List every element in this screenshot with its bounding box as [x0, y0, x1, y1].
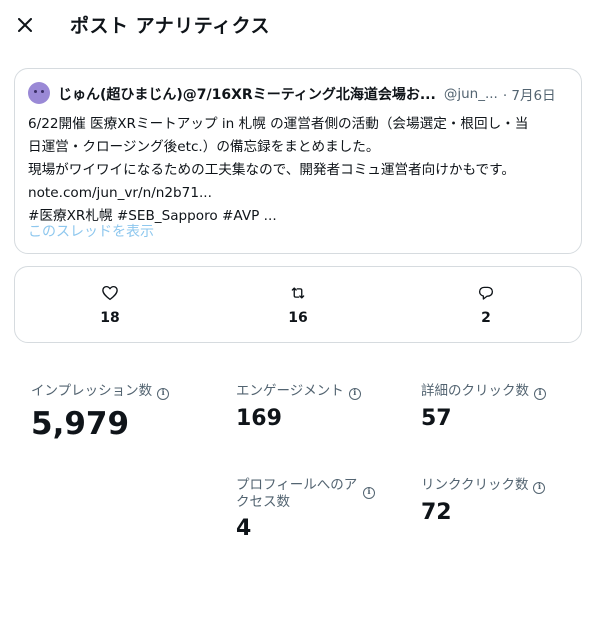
- tweet-line: 6/22開催 医療XRミートアップ in 札幌 の運営者側の活動（会場選定・根回…: [28, 116, 529, 132]
- detail-clicks-metric: 詳細のクリック数 i 57: [421, 383, 546, 431]
- detail-clicks-value: 57: [421, 406, 452, 431]
- engagements-label-text: エンゲージメント: [236, 383, 344, 399]
- retweet-icon: [291, 287, 305, 299]
- tweet-text: 6/22開催 医療XRミートアップ in 札幌 の運営者側の活動（会場選定・根回…: [28, 113, 576, 228]
- avatar[interactable]: [28, 82, 50, 104]
- link-clicks-label: リンククリック数 i: [421, 477, 546, 494]
- show-thread-link[interactable]: このスレッドを表示: [28, 221, 154, 241]
- profile-visits-value: 4: [236, 516, 252, 541]
- tweet-line: 現場がワイワイになるための工夫集なので、開発者コミュ運営者向けかもです。: [28, 162, 515, 178]
- detail-clicks-label: 詳細のクリック数 i: [421, 383, 546, 400]
- avatar-eye-right: [41, 90, 44, 93]
- tweet-date[interactable]: · 7月6日: [503, 84, 556, 104]
- profile-visits-metric: プロフィールへのア クセス数 i 4: [236, 477, 382, 541]
- likes-stat[interactable]: 18: [70, 267, 150, 344]
- impressions-value: 5,979: [31, 406, 130, 442]
- link-clicks-metric: リンククリック数 i 72: [421, 477, 546, 525]
- info-icon[interactable]: i: [534, 388, 546, 400]
- impressions-label: インプレッション数 i: [31, 383, 170, 400]
- author-line: じゅん(超ひまじん)@7/16XRミーティング北海道会場お... @jun_..…: [58, 83, 573, 105]
- impressions-metric: インプレッション数 i 5,979: [31, 383, 170, 442]
- detail-clicks-label-text: 詳細のクリック数: [421, 383, 529, 399]
- profile-visits-label: プロフィールへのア クセス数 i: [236, 477, 382, 511]
- avatar-eye-left: [34, 90, 37, 93]
- engagements-value: 169: [236, 406, 282, 431]
- info-icon[interactable]: i: [533, 482, 546, 494]
- modal-header: ポスト アナリティクス: [0, 0, 596, 52]
- impressions-label-text: インプレッション数: [31, 383, 153, 399]
- replies-count: 2: [481, 310, 491, 326]
- page-title: ポスト アナリティクス: [70, 15, 271, 37]
- engagement-card: 18 16 2: [14, 266, 582, 343]
- tweet-line: 日運営・クロージング後etc.）の備忘録をまとめました。: [28, 139, 380, 155]
- info-icon[interactable]: i: [157, 388, 170, 400]
- info-icon[interactable]: i: [348, 388, 361, 400]
- close-icon: [18, 18, 32, 32]
- link-clicks-label-text: リンククリック数: [421, 477, 529, 493]
- tweet-card[interactable]: じゅん(超ひまじん)@7/16XRミーティング北海道会場お... @jun_..…: [14, 68, 582, 254]
- link-clicks-value: 72: [421, 500, 452, 525]
- tweet-link[interactable]: note.com/jun_vr/n/n2b71...: [28, 182, 576, 205]
- close-button[interactable]: [12, 12, 38, 38]
- engagements-metric: エンゲージメント i 169: [236, 383, 361, 431]
- replies-stat[interactable]: 2: [446, 267, 526, 344]
- author-name[interactable]: じゅん(超ひまじん)@7/16XRミーティング北海道会場お...: [58, 84, 436, 104]
- profile-visits-label-line2: クセス数: [236, 494, 290, 510]
- likes-count: 18: [100, 310, 120, 326]
- engagements-label: エンゲージメント i: [236, 383, 361, 400]
- retweets-stat[interactable]: 16: [258, 267, 338, 344]
- info-icon[interactable]: i: [363, 487, 375, 499]
- profile-visits-label-line1: プロフィールへのア: [236, 477, 358, 493]
- author-handle[interactable]: @jun_...: [444, 86, 498, 102]
- heart-icon: [102, 285, 118, 301]
- reply-icon: [478, 286, 494, 300]
- retweets-count: 16: [288, 310, 308, 326]
